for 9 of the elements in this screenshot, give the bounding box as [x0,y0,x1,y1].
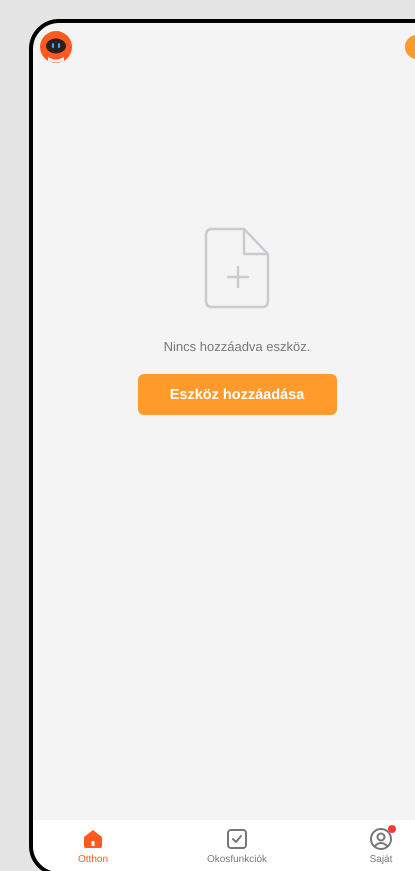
tab[interactable]: Otthon [33,820,153,871]
robot-avatar-icon[interactable] [40,31,72,63]
house-icon [81,827,105,851]
empty-message: Nincs hozzáadva eszköz. [164,339,310,354]
checkbox-icon [225,827,249,851]
user-icon [369,827,393,851]
tab[interactable]: Saját [321,820,415,871]
tab[interactable]: Okosfunkciók [153,820,321,871]
document-plus-icon [204,227,270,309]
